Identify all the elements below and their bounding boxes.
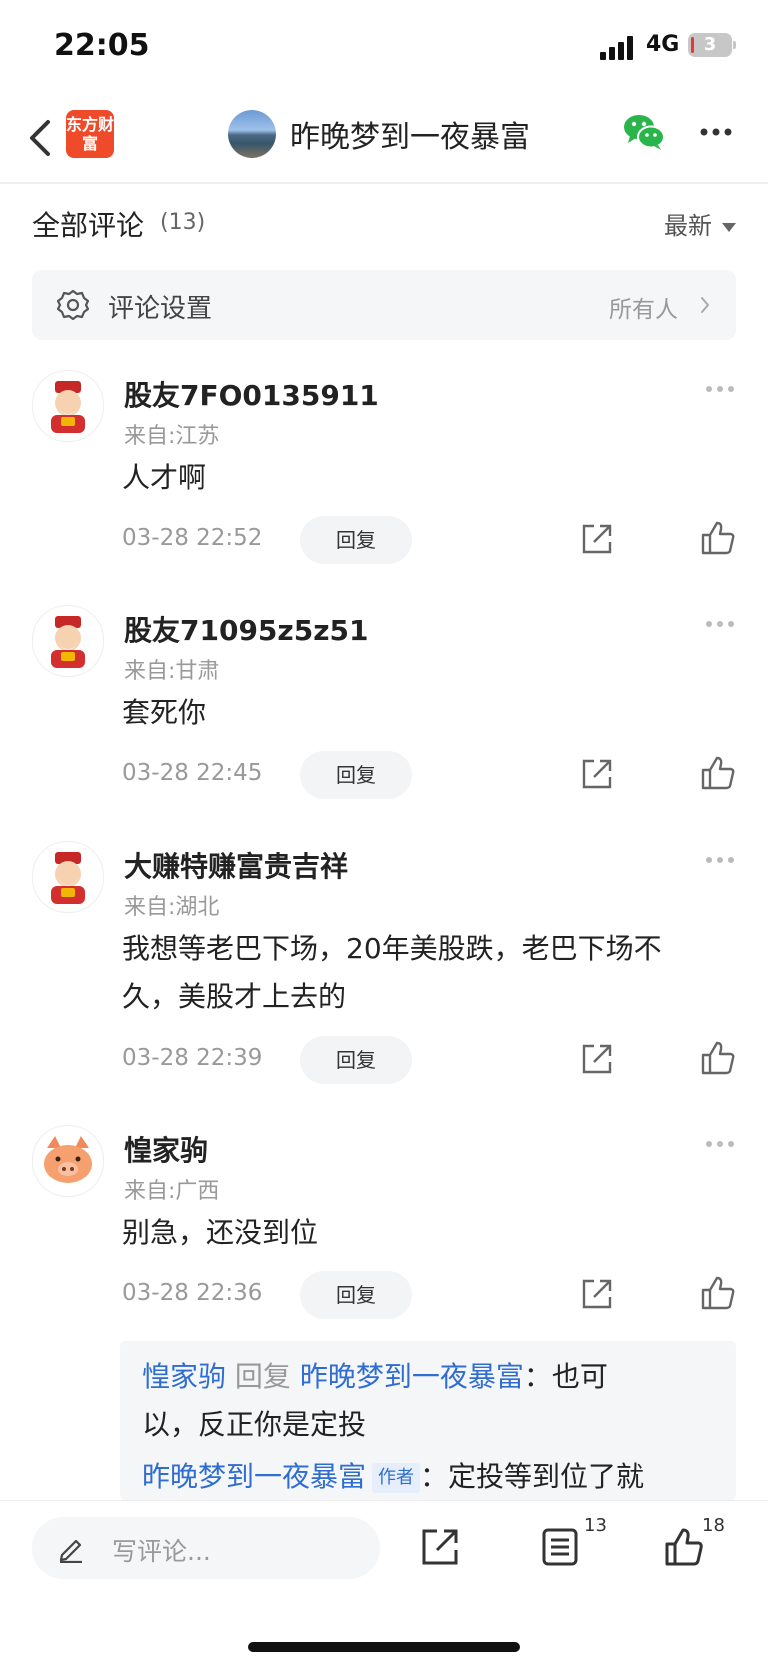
comment-input[interactable]: 写评论...	[32, 1517, 380, 1579]
like-count-badge: 18	[702, 1515, 725, 1536]
status-bar: 22:05 4G 3	[0, 0, 768, 96]
more-icon[interactable]	[704, 1139, 736, 1149]
like-icon[interactable]	[700, 755, 736, 791]
user-avatar[interactable]	[32, 841, 104, 913]
user-location: 来自:湖北	[124, 895, 220, 920]
home-indicator	[248, 1642, 520, 1652]
share-icon[interactable]	[580, 1042, 614, 1076]
user-location: 来自:广西	[124, 1179, 220, 1204]
wechat-icon[interactable]	[622, 112, 666, 152]
comments-count: (13)	[160, 210, 206, 235]
share-icon[interactable]	[580, 522, 614, 556]
reply-text: 也可	[551, 1360, 608, 1393]
comment-time: 03-28 22:39	[122, 1045, 263, 1071]
like-icon[interactable]	[700, 1040, 736, 1076]
user-avatar[interactable]	[32, 1125, 104, 1197]
more-icon[interactable]	[704, 619, 736, 629]
reply-text-line: 以，反正你是定投	[142, 1408, 367, 1441]
reply-separator: ：	[420, 1460, 449, 1493]
comment-count-badge: 13	[584, 1515, 607, 1536]
comment-placeholder: 写评论...	[112, 1537, 211, 1566]
reply-text: 定投等到位了就	[448, 1460, 645, 1493]
like-icon[interactable]	[700, 520, 736, 556]
pen-icon	[59, 1539, 82, 1563]
comment-text-line: 久，美股才上去的	[122, 980, 347, 1013]
reply-separator: ：	[523, 1360, 552, 1393]
reply-button[interactable]: 回复	[300, 751, 412, 799]
user-name[interactable]: 股友71095z5z51	[124, 609, 368, 649]
fortune-god-icon	[51, 852, 85, 904]
network-type: 4G	[646, 32, 680, 57]
comment-text: 人才啊	[122, 461, 207, 494]
share-icon[interactable]	[580, 757, 614, 791]
chevron-right-icon	[701, 297, 709, 313]
more-icon[interactable]	[704, 384, 736, 394]
sort-dropdown[interactable]: 最新	[664, 206, 736, 241]
comment-text: 套死你	[122, 696, 207, 729]
author-name[interactable]: 昨晚梦到一夜暴富	[290, 112, 530, 156]
battery-icon: 3	[688, 33, 736, 57]
reply-item[interactable]: 惶家驹 回复 昨晚梦到一夜暴富：也可	[142, 1353, 722, 1401]
reply-to-user[interactable]: 昨晚梦到一夜暴富	[300, 1360, 524, 1393]
comment-settings-row[interactable]: 评论设置 所有人	[32, 270, 736, 340]
comments-title: 全部评论	[32, 209, 145, 242]
comment-text-line: 我想等老巴下场，20年美股跌，老巴下场不	[122, 932, 662, 965]
top-nav: 东方财富 昨晚梦到一夜暴富	[0, 96, 768, 184]
user-avatar[interactable]	[32, 605, 104, 677]
pig-icon	[44, 1136, 92, 1183]
author-avatar[interactable]	[228, 110, 276, 158]
share-icon[interactable]	[420, 1527, 460, 1567]
more-icon[interactable]	[704, 855, 736, 865]
user-name[interactable]: 股友7FO0135911	[124, 374, 379, 414]
comment-time: 03-28 22:45	[122, 760, 263, 786]
settings-label: 评论设置	[108, 294, 213, 324]
reply-button[interactable]: 回复	[300, 1036, 412, 1084]
fortune-god-icon	[51, 616, 85, 668]
reply-from-user[interactable]: 惶家驹	[142, 1360, 226, 1393]
reply-item[interactable]: 昨晚梦到一夜暴富 作者 ：定投等到位了就	[142, 1453, 722, 1501]
eastmoney-logo[interactable]: 东方财富	[66, 110, 114, 158]
share-icon[interactable]	[580, 1277, 614, 1311]
back-icon[interactable]	[26, 116, 56, 160]
user-name[interactable]: 大赚特赚富贵吉祥	[124, 845, 348, 885]
comment-list-icon[interactable]	[540, 1527, 580, 1567]
user-avatar[interactable]	[32, 370, 104, 442]
more-icon[interactable]	[698, 126, 734, 138]
user-location: 来自:甘肃	[124, 659, 220, 684]
user-name[interactable]: 惶家驹	[124, 1129, 208, 1169]
author-badge: 作者	[372, 1463, 421, 1493]
fortune-god-icon	[51, 381, 85, 433]
gear-icon	[56, 289, 90, 321]
comment-text: 别急，还没到位	[122, 1216, 319, 1249]
replies-box: 惶家驹 回复 昨晚梦到一夜暴富：也可 以，反正你是定投 昨晚梦到一夜暴富 作者 ：定…	[120, 1341, 736, 1501]
comment-time: 03-28 22:52	[122, 525, 263, 551]
bottom-bar: 写评论... 13 18	[0, 1500, 768, 1664]
caret-down-icon	[722, 222, 736, 232]
reply-button[interactable]: 回复	[300, 516, 412, 564]
like-icon[interactable]	[664, 1527, 704, 1567]
reply-button[interactable]: 回复	[300, 1271, 412, 1319]
sort-label: 最新	[664, 212, 712, 240]
user-location: 来自:江苏	[124, 424, 220, 449]
comments-header: 全部评论 (13) 最新	[32, 200, 736, 248]
comment-time: 03-28 22:36	[122, 1280, 263, 1306]
status-time: 22:05	[54, 28, 150, 63]
like-icon[interactable]	[700, 1275, 736, 1311]
settings-value: 所有人	[609, 297, 678, 323]
reply-from-user[interactable]: 昨晚梦到一夜暴富	[142, 1460, 366, 1493]
reply-verb: 回复	[234, 1360, 291, 1393]
signal-icon	[600, 36, 633, 60]
